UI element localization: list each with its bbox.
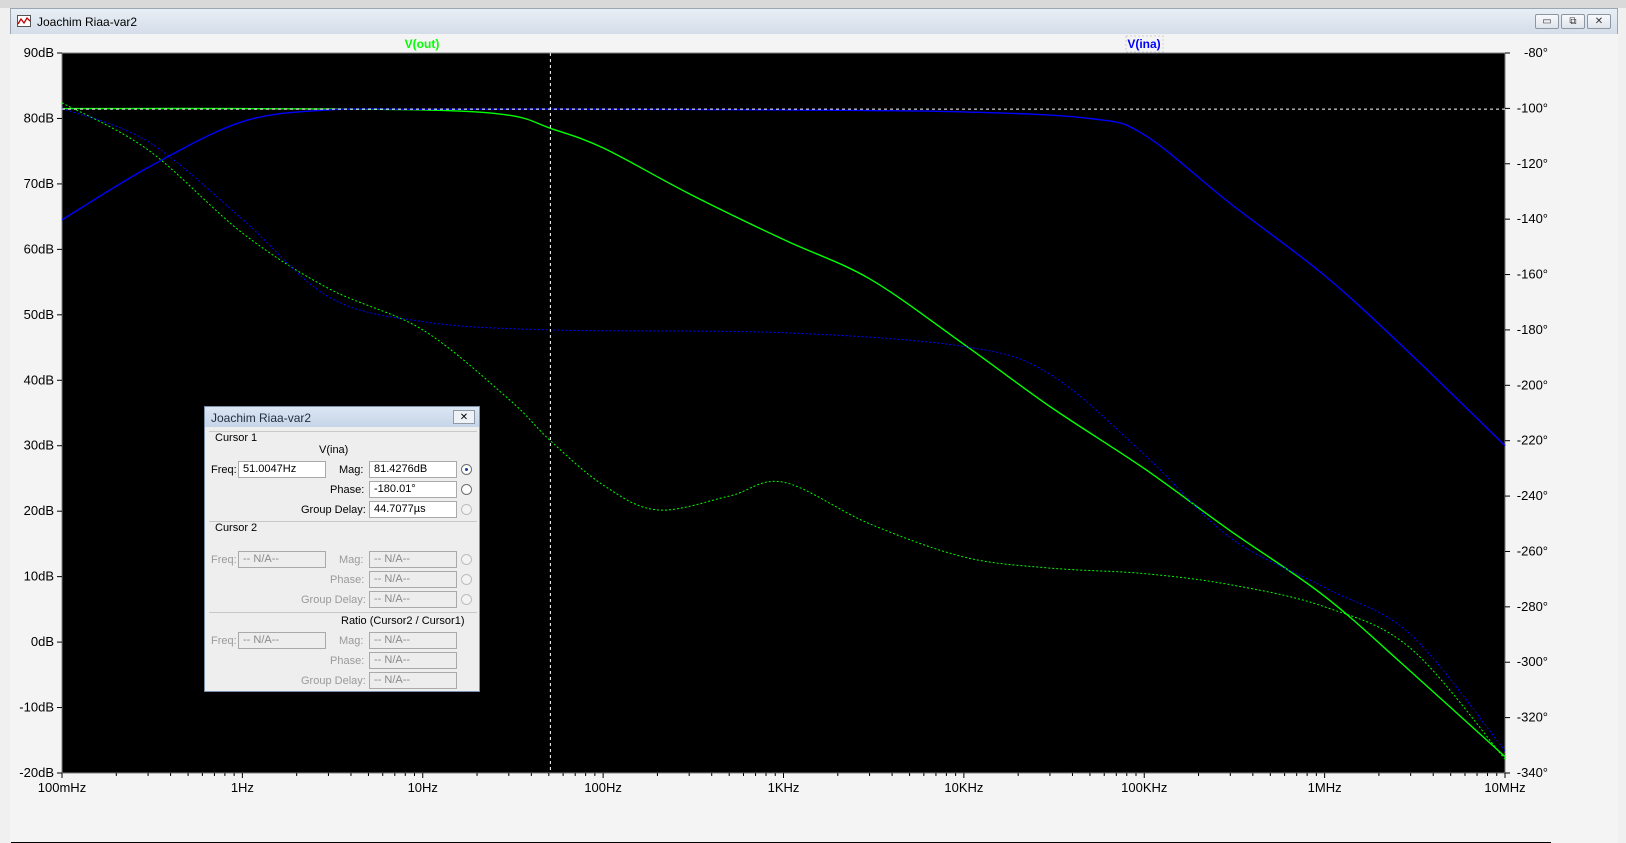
cursor1-group-delay-label: Group Delay: (301, 504, 366, 516)
y-right-tick-label: -320° (1517, 710, 1548, 725)
y-left-tick-label: 20dB (24, 503, 54, 518)
cursor1-mag-label: Mag: (339, 464, 364, 476)
cursor2-group-delay-radio[interactable] (461, 594, 472, 605)
y-right-tick-label: -100° (1517, 100, 1548, 115)
x-tick-label: 1Hz (231, 780, 254, 795)
y-right-tick-label: -80° (1524, 45, 1548, 60)
close-button[interactable]: ✕ (1587, 14, 1611, 29)
x-tick-label: 100Hz (584, 780, 622, 795)
trace-label-vout[interactable]: V(out) (405, 37, 440, 51)
y-left-tick-label: 40dB (24, 372, 54, 387)
cursor1-group-delay-radio[interactable] (461, 504, 472, 515)
y-right-tick-label: -260° (1517, 543, 1548, 558)
y-right-tick-label: -120° (1517, 156, 1548, 171)
y-left-tick-label: 80dB (24, 110, 54, 125)
x-tick-label: 1MHz (1308, 780, 1342, 795)
y-right-tick-label: -220° (1517, 433, 1548, 448)
cursor2-phase-radio[interactable] (461, 574, 472, 585)
cursor2-mag-label: Mag: (339, 554, 364, 566)
top-axis-panel (10, 34, 1618, 53)
y-left-tick-label: 10dB (24, 569, 54, 584)
y-left-tick-label: -10dB (19, 700, 54, 715)
x-tick-label: 100KHz (1121, 780, 1167, 795)
ratio-freq-field[interactable]: -- N/A-- (238, 632, 326, 649)
x-tick-label: 10Hz (408, 780, 438, 795)
cursor2-group: Cursor 2 Freq: -- N/A-- Mag: -- N/A-- Ph… (209, 521, 477, 610)
cursor2-freq-label: Freq: (211, 554, 237, 566)
y-right-tick-label: -240° (1517, 488, 1548, 503)
y-right-tick-label: -140° (1517, 211, 1548, 226)
dialog-title: Joachim Riaa-var2 (211, 411, 312, 425)
ratio-mag-field[interactable]: -- N/A-- (369, 632, 457, 649)
cursor2-freq-field[interactable]: -- N/A-- (238, 551, 326, 568)
x-tick-label: 10KHz (944, 780, 983, 795)
restore-button[interactable]: ⧉ (1561, 14, 1585, 29)
dialog-close-button[interactable]: ✕ (453, 410, 475, 424)
cursor2-group-delay-field[interactable]: -- N/A-- (369, 591, 457, 608)
ratio-freq-label: Freq: (211, 635, 237, 647)
ratio-group: Ratio (Cursor2 / Cursor1) Freq: -- N/A--… (209, 612, 477, 693)
trace-label-vina[interactable]: V(ina) (1127, 37, 1160, 51)
y-left-tick-label: 70dB (24, 176, 54, 191)
cursor1-phase-label: Phase: (330, 484, 365, 496)
x-tick-label: 1KHz (768, 780, 800, 795)
y-right-tick-label: -340° (1517, 765, 1548, 780)
window-title: Joachim Riaa-var2 (37, 15, 138, 29)
ratio-phase-field[interactable]: -- N/A-- (369, 652, 457, 669)
minimize-button[interactable]: ▭ (1535, 14, 1559, 29)
cursor2-group-delay-label: Group Delay: (301, 594, 366, 606)
y-right-tick-label: -160° (1517, 267, 1548, 282)
cursor2-phase-field[interactable]: -- N/A-- (369, 571, 457, 588)
cursor1-mag-field[interactable]: 81.4276dB (369, 461, 457, 478)
cursor2-mag-radio[interactable] (461, 554, 472, 565)
cursor1-freq-field[interactable]: 51.0047Hz (238, 461, 326, 478)
ratio-mag-label: Mag: (339, 635, 364, 647)
cursor2-label: Cursor 2 (215, 522, 258, 534)
cursor1-mag-radio[interactable] (461, 464, 472, 475)
plot-icon (17, 15, 31, 27)
cursor1-group-delay-field[interactable]: 44.7077µs (369, 501, 457, 518)
cursor-dialog[interactable]: Joachim Riaa-var2 ✕ Cursor 1 V(ina) Freq… (204, 406, 480, 692)
y-right-tick-label: -180° (1517, 322, 1548, 337)
y-right-tick-label: -200° (1517, 377, 1548, 392)
y-right-tick-label: -300° (1517, 654, 1548, 669)
y-left-tick-label: 60dB (24, 241, 54, 256)
ratio-label: Ratio (Cursor2 / Cursor1) (341, 615, 465, 627)
y-left-tick-label: -20dB (19, 765, 54, 780)
x-tick-label: 100mHz (38, 780, 86, 795)
cursor1-phase-field[interactable]: -180.01° (369, 481, 457, 498)
y-right-tick-label: -280° (1517, 599, 1548, 614)
y-left-tick-label: 90dB (24, 45, 54, 60)
y-left-tick-label: 50dB (24, 307, 54, 322)
cursor1-label: Cursor 1 (215, 432, 258, 444)
cursor2-mag-field[interactable]: -- N/A-- (369, 551, 457, 568)
x-tick-label: 10MHz (1484, 780, 1525, 795)
background-strip (0, 0, 1626, 8)
ratio-group-delay-label: Group Delay: (301, 675, 366, 687)
cursor2-phase-label: Phase: (330, 574, 365, 586)
y-left-tick-label: 30dB (24, 438, 54, 453)
cursor1-freq-label: Freq: (211, 464, 237, 476)
y-left-tick-label: 0dB (31, 634, 54, 649)
cursor1-phase-radio[interactable] (461, 484, 472, 495)
cursor1-group: Cursor 1 V(ina) Freq: 51.0047Hz Mag: 81.… (209, 431, 477, 530)
ratio-group-delay-field[interactable]: -- N/A-- (369, 672, 457, 689)
dialog-title-bar[interactable]: Joachim Riaa-var2 ✕ (205, 407, 479, 427)
cursor1-trace-name: V(ina) (319, 444, 349, 456)
title-bar[interactable]: Joachim Riaa-var2 ▭ ⧉ ✕ (11, 9, 1617, 35)
ratio-phase-label: Phase: (330, 655, 365, 667)
